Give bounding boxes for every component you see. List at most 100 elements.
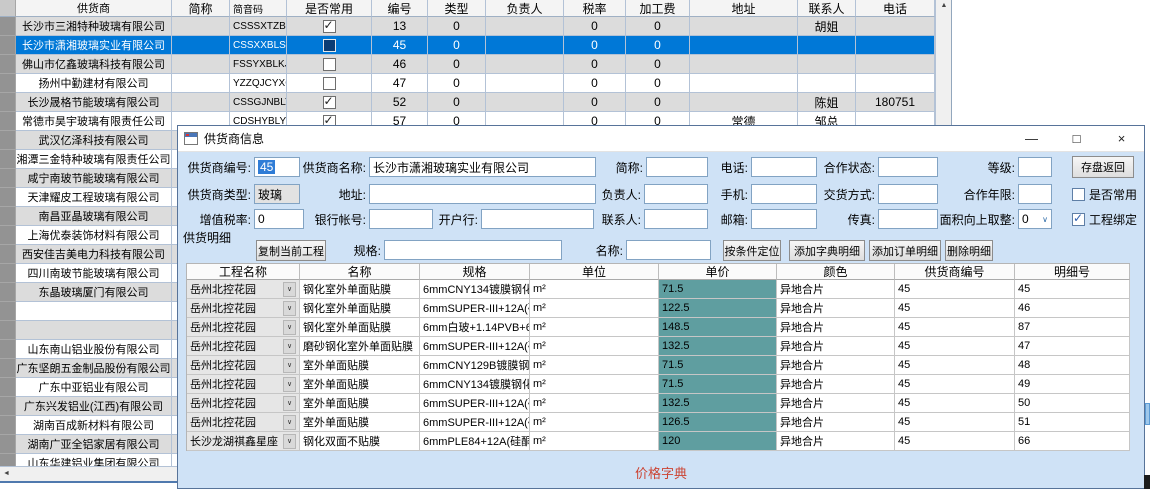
detail-row[interactable]: 岳州北控花园∨ 室外单面贴膜 6mmCNY129B镀膜钢化 m² 71.5 异地… [187,356,1130,375]
project-combobox[interactable]: 岳州北控花园∨ [187,394,300,413]
fee-cell[interactable]: 0 [626,93,690,112]
supplier-name-cell[interactable] [16,321,172,340]
short-name-field[interactable] [646,157,708,177]
supplier-id-cell[interactable]: 45 [895,280,1015,299]
spec-cell[interactable]: 6mm白玻+1.14PVB+6mm... [420,318,530,337]
project-combobox[interactable]: 岳州北控花园∨ [187,337,300,356]
supplier-name-cell[interactable]: 武汉亿泽科技有限公司 [16,131,172,150]
supplier-name-cell[interactable]: 长沙晟格节能玻璃有限公司 [16,93,172,112]
email-field[interactable] [751,209,817,229]
type-cell[interactable]: 0 [428,74,486,93]
name-cell[interactable]: 室外单面贴膜 [300,375,420,394]
manager-cell[interactable] [486,74,564,93]
col-header-manager[interactable]: 负责人 [486,0,564,17]
supplier-type-field[interactable]: 玻璃 [254,184,300,204]
common-cell[interactable] [287,55,372,74]
tax-cell[interactable]: 0 [564,36,626,55]
col-header-fee[interactable]: 加工费 [626,0,690,17]
spec-cell[interactable]: 6mmSUPER-III+12A(硅... [420,394,530,413]
row-header[interactable] [0,17,16,36]
detail-row[interactable]: 岳州北控花园∨ 钢化室外单面贴膜 6mmSUPER-III+12A(硅... m… [187,299,1130,318]
spec-cell[interactable]: 6mmPLE84+12A(硅酮胶... [420,432,530,451]
row-header[interactable] [0,36,16,55]
coop-years-field[interactable] [1018,184,1052,204]
add-order-detail-button[interactable]: 添加订单明细 [869,240,941,261]
row-header[interactable] [0,378,16,397]
col-header-tax[interactable]: 税率 [564,0,626,17]
col-header-supplier[interactable]: 供货商 [16,0,172,17]
col-header-detail-id[interactable]: 明细号 [1015,264,1130,280]
minimize-button[interactable]: — [1009,126,1054,151]
scroll-left-icon[interactable]: ◄ [3,470,10,477]
supplier-row-selected[interactable]: 长沙市潇湘玻璃实业有限公司 CSSXXBLSY... 45 0 0 0 [0,36,935,55]
supplier-name-cell[interactable]: 湘潭三金特种玻璃有限责任公司 [16,150,172,169]
common-cell[interactable] [287,36,372,55]
col-header-spec[interactable]: 规格 [420,264,530,280]
col-header-unit[interactable]: 单位 [530,264,659,280]
manager-cell[interactable] [486,93,564,112]
phone-cell[interactable] [856,74,935,93]
detail-row[interactable]: 岳州北控花园∨ 钢化室外单面贴膜 6mm白玻+1.14PVB+6mm... m²… [187,318,1130,337]
row-header[interactable] [0,131,16,150]
id-cell[interactable]: 52 [372,93,428,112]
price-cell[interactable]: 71.5 [659,375,777,394]
spec-cell[interactable]: 6mmSUPER-III+12A(硅... [420,299,530,318]
chevron-down-icon[interactable]: ∨ [283,377,296,392]
detail-row[interactable]: 岳州北控花园∨ 室外单面贴膜 6mmCNY134镀膜钢化 m² 71.5 异地合… [187,375,1130,394]
row-header[interactable] [0,93,16,112]
detail-id-cell[interactable]: 46 [1015,299,1130,318]
type-cell[interactable]: 0 [428,17,486,36]
spec-cell[interactable]: 6mmCNY129B镀膜钢化 [420,356,530,375]
col-header-contact[interactable]: 联系人 [798,0,856,17]
unit-cell[interactable]: m² [530,432,659,451]
row-header[interactable] [0,226,16,245]
tax-cell[interactable]: 0 [564,74,626,93]
common-cell[interactable] [287,93,372,112]
row-header[interactable] [0,207,16,226]
supplier-id-cell[interactable]: 45 [895,375,1015,394]
price-cell[interactable]: 132.5 [659,394,777,413]
name-filter-input[interactable] [626,240,711,260]
delete-detail-button[interactable]: 删除明细 [945,240,993,261]
color-cell[interactable]: 异地合片 [777,280,895,299]
row-header[interactable] [0,302,16,321]
id-cell[interactable]: 47 [372,74,428,93]
common-cell[interactable] [287,17,372,36]
name-cell[interactable]: 钢化室外单面贴膜 [300,318,420,337]
color-cell[interactable]: 异地合片 [777,413,895,432]
fee-cell[interactable]: 0 [626,55,690,74]
col-header-price[interactable]: 单价 [659,264,777,280]
supplier-name-cell[interactable]: 山东南山铝业股份有限公司 [16,340,172,359]
tax-cell[interactable]: 0 [564,17,626,36]
supplier-name-cell[interactable]: 常德市昊宇玻璃有限责任公司 [16,112,172,131]
project-bind-checkbox-row[interactable]: 工程绑定 [1072,211,1137,227]
chevron-down-icon[interactable]: ∨ [283,396,296,411]
supplier-name-cell[interactable]: 上海优泰装饰材料有限公司 [16,226,172,245]
col-header-id[interactable]: 编号 [372,0,428,17]
detail-row[interactable]: 长沙龙湖祺鑫星座∨ 钢化双面不贴膜 6mmPLE84+12A(硅酮胶... m²… [187,432,1130,451]
coop-status-field[interactable] [878,157,938,177]
unit-cell[interactable]: m² [530,375,659,394]
project-combobox[interactable]: 岳州北控花园∨ [187,280,300,299]
phone-field[interactable] [751,157,817,177]
chevron-down-icon[interactable]: ∨ [283,415,296,430]
contact-cell[interactable] [798,55,856,74]
unit-cell[interactable]: m² [530,394,659,413]
supplier-id-cell[interactable]: 45 [895,337,1015,356]
supplier-id-cell[interactable]: 45 [895,356,1015,375]
row-header[interactable] [0,112,16,131]
common-checkbox[interactable] [323,20,336,33]
color-cell[interactable]: 异地合片 [777,337,895,356]
name-cell[interactable]: 钢化双面不贴膜 [300,432,420,451]
price-cell[interactable]: 132.5 [659,337,777,356]
spec-cell[interactable]: 6mmSUPER-III+12A(硅... [420,337,530,356]
common-checkbox[interactable] [323,77,336,90]
supplier-name-cell[interactable]: 佛山市亿鑫玻璃科技有限公司 [16,55,172,74]
price-cell[interactable]: 71.5 [659,280,777,299]
dialog-titlebar[interactable]: 供货商信息 [178,126,1144,152]
contact-cell[interactable] [798,74,856,93]
manager-field[interactable] [644,184,708,204]
supplier-id-cell[interactable]: 45 [895,432,1015,451]
mobile-field[interactable] [751,184,817,204]
code-cell[interactable]: YZZQJCYXGS [230,74,287,93]
